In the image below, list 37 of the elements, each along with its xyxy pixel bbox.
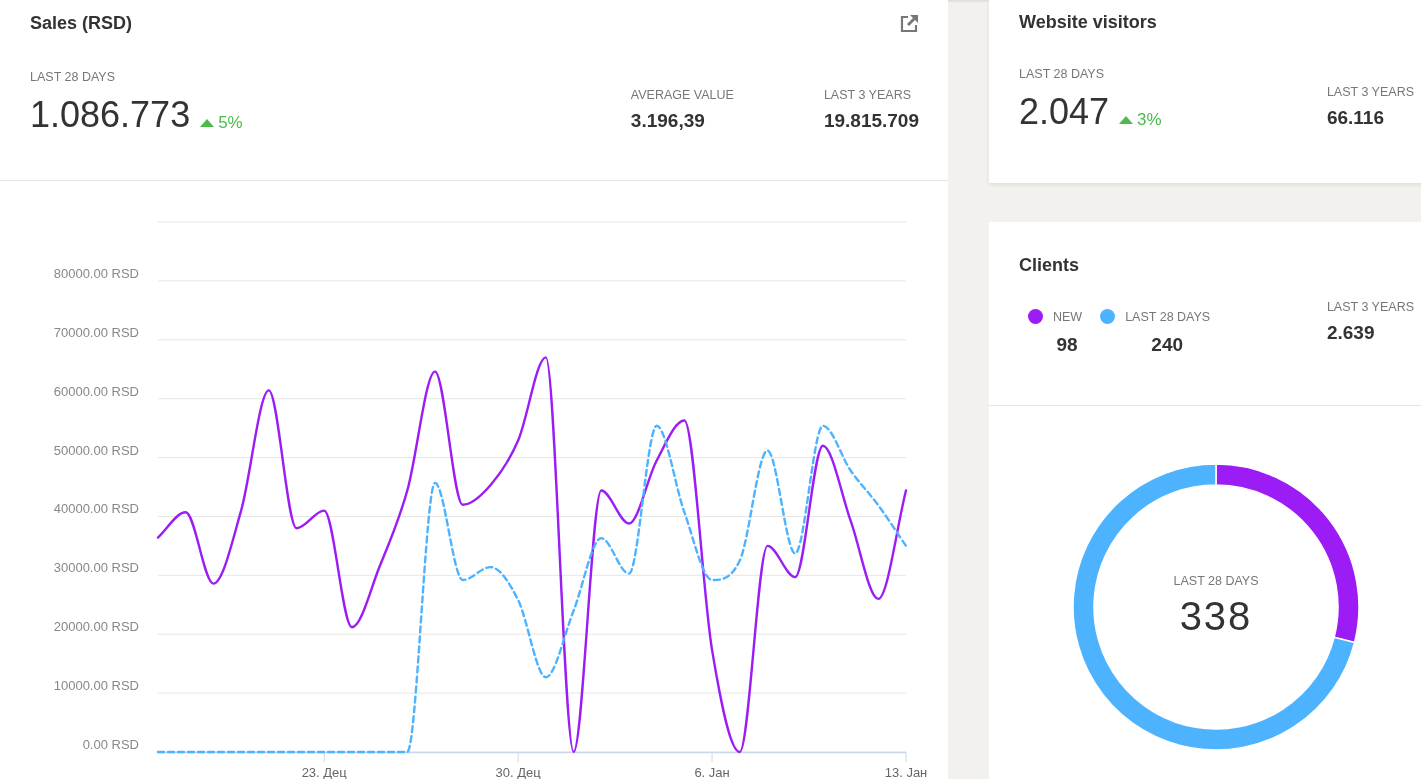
- legend-value: 98: [1056, 334, 1078, 356]
- stat-value: 66.116: [1326, 107, 1385, 129]
- x-axis-label: 30. Дец: [495, 765, 541, 779]
- stat-label: LAST 3 YEARS: [1326, 300, 1414, 314]
- stat-value: 19.815.709: [823, 110, 919, 132]
- card-title: Sales (RSD): [30, 13, 133, 34]
- donut-center-label: LAST 28 DAYS: [1173, 574, 1259, 588]
- period-label: LAST 28 DAYS: [30, 70, 116, 84]
- y-axis-label: 20000.00 RSD: [53, 619, 139, 635]
- y-axis-label: 60000.00 RSD: [53, 383, 139, 399]
- donut-center-value: 338: [1179, 594, 1253, 638]
- card-title: Clients: [1019, 255, 1079, 275]
- change-percent: 3%: [1137, 110, 1162, 130]
- legend-label: NEW: [1053, 309, 1083, 324]
- y-axis-label: 0.00 RSD: [82, 737, 139, 752]
- y-axis-label: 30000.00 RSD: [53, 560, 139, 576]
- y-axis-label: 10000.00 RSD: [53, 678, 139, 694]
- total-value: 2.047: [1019, 91, 1110, 133]
- stat-label: AVERAGE VALUE: [630, 88, 734, 102]
- y-axis-label: 70000.00 RSD: [53, 324, 139, 340]
- x-axis-label: 6. Јан: [694, 765, 730, 779]
- legend-value: 240: [1151, 334, 1183, 356]
- legend-label: LAST 28 DAYS: [1125, 309, 1211, 324]
- change-percent: 5%: [218, 113, 243, 133]
- stat-label: LAST 3 YEARS: [1326, 85, 1414, 99]
- stat-value: 3.196,39: [630, 110, 706, 132]
- card-title: Website visitors: [1019, 12, 1157, 32]
- x-axis-label: 23. Дец: [301, 765, 347, 779]
- y-axis-label: 80000.00 RSD: [53, 265, 139, 281]
- total-value: 1.086.773: [30, 94, 191, 136]
- x-axis-label: 13. Јан: [884, 765, 928, 779]
- y-axis-label: 50000.00 RSD: [53, 442, 139, 458]
- period-label: LAST 28 DAYS: [1019, 67, 1105, 81]
- stat-value: 2.639: [1326, 322, 1376, 344]
- external-link-icon[interactable]: [899, 13, 919, 34]
- y-axis-label: 40000.00 RSD: [53, 501, 139, 517]
- stat-label: LAST 3 YEARS: [823, 88, 912, 102]
